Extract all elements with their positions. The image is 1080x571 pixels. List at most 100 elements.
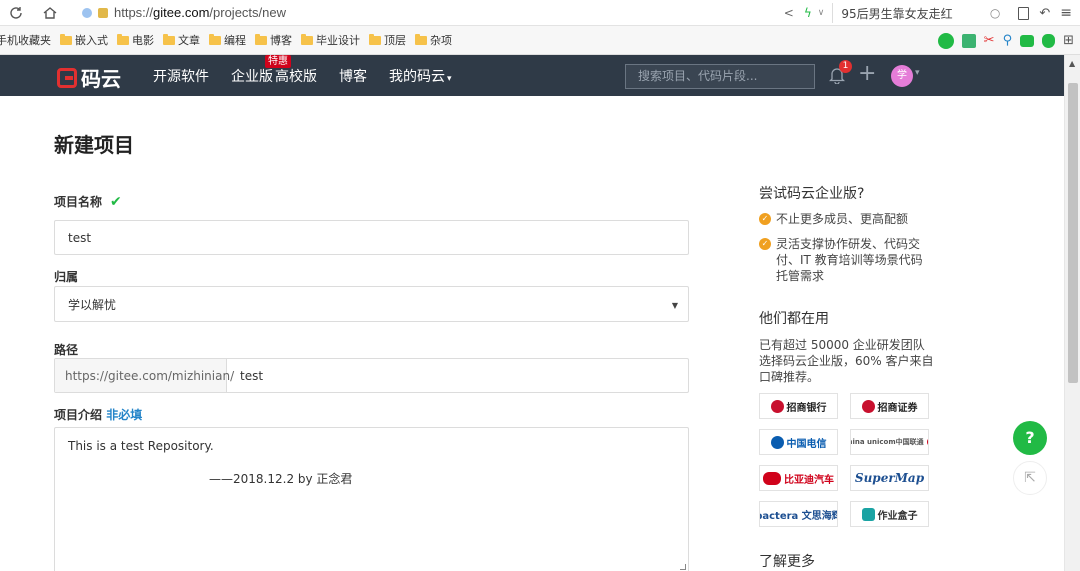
home-icon[interactable] bbox=[40, 3, 60, 23]
unicom-logo-icon bbox=[926, 437, 928, 447]
gitee-logo[interactable]: 码云 bbox=[57, 63, 121, 92]
nav-blog[interactable]: 博客 bbox=[339, 66, 367, 86]
lock-icon bbox=[98, 7, 108, 18]
bookmark-blog[interactable]: 博客 bbox=[255, 32, 292, 48]
cms-logo-icon bbox=[861, 399, 875, 413]
avatar[interactable]: 学 bbox=[891, 65, 913, 87]
share-icon[interactable]: < bbox=[784, 6, 794, 20]
brand-byd: 比亚迪汽车 bbox=[759, 465, 838, 491]
description-label: 项目介绍 非必填 bbox=[54, 408, 143, 422]
browser-search-input[interactable]: 95后男生靠女友走红 ○ bbox=[832, 3, 1008, 23]
secure-dot-icon bbox=[82, 7, 92, 18]
nav-enterprise[interactable]: 企业版 特惠 bbox=[231, 54, 291, 86]
scroll-up-icon[interactable]: ▲ bbox=[1069, 59, 1075, 68]
extension-grid-icon[interactable]: ⊞ bbox=[1063, 33, 1074, 48]
url-text: https://gitee.com/projects/new bbox=[114, 5, 286, 20]
benefit-item: ✓ 灵活支撑协作研发、代码交付、IT 教育培训等场景代码托管需求 bbox=[759, 236, 934, 284]
brand-zuoyehezi: 作业盒子 bbox=[850, 501, 929, 527]
folder-icon bbox=[255, 33, 267, 45]
path-input[interactable]: test bbox=[227, 369, 263, 383]
path-label: 路径 bbox=[54, 343, 79, 357]
chevron-down-icon[interactable]: ∨ bbox=[818, 8, 825, 18]
gitee-logo-icon bbox=[57, 67, 77, 88]
page-scrollbar[interactable]: ▲ bbox=[1064, 55, 1080, 571]
brand-china-telecom: 中国电信 bbox=[759, 429, 838, 455]
customer-logos: 招商银行 招商证券 中国电信 China unicom中国联通 比亚迪汽车 Su… bbox=[759, 393, 931, 527]
avatar-caret-icon[interactable]: ▾ bbox=[915, 68, 920, 78]
bookmark-icon[interactable] bbox=[1018, 6, 1030, 20]
telecom-logo-icon bbox=[770, 435, 784, 449]
resize-handle-icon[interactable] bbox=[680, 564, 686, 570]
undo-icon[interactable]: ↶ bbox=[1039, 6, 1050, 21]
help-button[interactable]: ? bbox=[1013, 421, 1047, 455]
extension-shield-icon[interactable] bbox=[1042, 33, 1056, 48]
check-circle-icon: ✓ bbox=[759, 213, 771, 225]
benefit-item: ✓ 不止更多成员、更高配额 bbox=[759, 211, 934, 227]
page-title: 新建项目 bbox=[54, 133, 134, 157]
folder-icon bbox=[415, 33, 427, 45]
nav-my-gitee[interactable]: 我的码云 ▾ bbox=[389, 66, 452, 86]
brand-cmb: 招商银行 bbox=[759, 393, 838, 419]
bookmark-top[interactable]: 顶层 bbox=[369, 32, 406, 48]
folder-icon bbox=[301, 33, 313, 45]
bookmarks-bar: 手机收藏夹 嵌入式 电影 文章 编程 博客 毕业设计 顶层 杂项 bbox=[0, 26, 1080, 55]
caret-down-icon: ▾ bbox=[447, 73, 452, 84]
extension-game-icon[interactable] bbox=[1020, 34, 1035, 47]
bookmark-graduation[interactable]: 毕业设计 bbox=[301, 32, 360, 48]
path-group: https://gitee.com/mizhinian/ test bbox=[54, 358, 689, 393]
owner-select[interactable]: 学以解忧 ▼ bbox=[54, 286, 689, 322]
bookmark-misc[interactable]: 杂项 bbox=[415, 32, 452, 48]
search-icon[interactable]: ○ bbox=[990, 6, 1000, 20]
folder-icon bbox=[209, 33, 221, 45]
scroll-thumb[interactable] bbox=[1068, 83, 1078, 383]
folder-icon bbox=[163, 33, 175, 45]
brand-china-unicom: China unicom中国联通 bbox=[850, 429, 929, 455]
brand-cms: 招商证券 bbox=[850, 393, 929, 419]
zuoyehezi-logo-icon bbox=[861, 507, 875, 521]
nav-university[interactable]: 高校版 bbox=[275, 66, 317, 86]
check-circle-icon: ✓ bbox=[759, 238, 771, 250]
byd-logo-icon bbox=[763, 471, 781, 485]
users-text: 已有超过 50000 企业研发团队选择码云企业版，60% 客户来自口碑推荐。 bbox=[759, 338, 934, 384]
extension-search-icon[interactable]: ⚲ bbox=[1003, 33, 1013, 48]
search-text: 95后男生靠女友走红 bbox=[841, 6, 953, 21]
address-right-tools: < ϟ ∨ 95后男生靠女友走红 ○ ↶ ≡ bbox=[784, 0, 1080, 26]
bookmark-movies[interactable]: 电影 bbox=[117, 32, 154, 48]
header-search-input[interactable]: 搜索项目、代码片段... bbox=[625, 64, 815, 89]
project-name-label: 项目名称 ✔ bbox=[54, 194, 122, 210]
nav-open-source[interactable]: 开源软件 bbox=[153, 66, 209, 86]
browser-address-bar: https://gitee.com/projects/new < ϟ ∨ 95后… bbox=[0, 0, 1080, 26]
url-field[interactable]: https://gitee.com/projects/new bbox=[82, 5, 286, 20]
extension-translate-icon[interactable] bbox=[961, 33, 976, 48]
bookmark-articles[interactable]: 文章 bbox=[163, 32, 200, 48]
logo-text: 码云 bbox=[81, 67, 121, 91]
lightning-icon[interactable]: ϟ bbox=[804, 6, 812, 20]
menu-icon[interactable]: ≡ bbox=[1060, 5, 1072, 21]
main-nav: 开源软件 企业版 特惠 高校版 博客 我的码云 ▾ bbox=[153, 54, 474, 96]
share-external-icon[interactable]: ⇱ bbox=[1013, 461, 1047, 495]
bookmark-programming[interactable]: 编程 bbox=[209, 32, 246, 48]
bookmark-embedded[interactable]: 嵌入式 bbox=[60, 32, 108, 48]
bookmark-mobile[interactable]: 手机收藏夹 bbox=[0, 32, 51, 48]
caret-down-icon: ▼ bbox=[671, 301, 678, 310]
brand-supermap: SuperMap bbox=[850, 465, 929, 491]
check-icon: ✔ bbox=[110, 194, 122, 210]
folder-icon bbox=[369, 33, 381, 45]
extension-icons: ✂ ⚲ ⊞ bbox=[937, 26, 1074, 55]
site-header: 码云 开源软件 企业版 特惠 高校版 博客 我的码云 ▾ 搜索项目、代码片段... … bbox=[0, 54, 1064, 96]
project-name-input[interactable]: test bbox=[54, 220, 689, 255]
optional-tag: 非必填 bbox=[106, 408, 143, 422]
owner-label: 归属 bbox=[54, 270, 79, 284]
description-textarea[interactable]: This is a test Repository. ——2018.12.2 b… bbox=[54, 427, 689, 571]
folder-icon bbox=[60, 33, 72, 45]
learn-more-title: 了解更多 bbox=[759, 554, 815, 570]
users-title: 他们都在用 bbox=[759, 311, 829, 327]
notification-badge: 1 bbox=[839, 60, 852, 73]
refresh-icon[interactable] bbox=[6, 3, 26, 23]
extension-scissors-icon[interactable]: ✂ bbox=[984, 33, 995, 48]
cmb-logo-icon bbox=[770, 399, 784, 413]
plus-icon[interactable]: + bbox=[858, 62, 876, 86]
extension-v-icon[interactable] bbox=[937, 32, 954, 49]
brand-pactera: pactera 文思海辉 bbox=[759, 501, 838, 527]
folder-icon bbox=[117, 33, 129, 45]
